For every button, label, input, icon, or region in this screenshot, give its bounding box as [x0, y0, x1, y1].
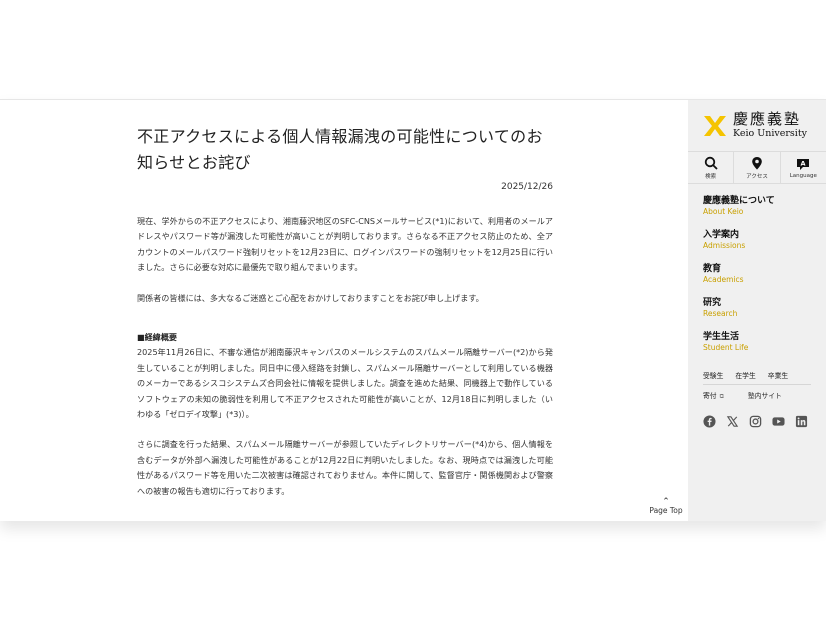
linkedin-icon[interactable]	[795, 415, 808, 428]
youtube-icon[interactable]	[772, 415, 785, 428]
search-button[interactable]: 検索	[688, 152, 735, 183]
link-prospective-students[interactable]: 受験生	[703, 370, 723, 380]
language-icon: A	[797, 158, 810, 170]
browser-viewport: 不正アクセスによる個人情報漏洩の可能性についてのお知らせとお詫び 2025/12…	[0, 99, 826, 521]
link-internal-sites[interactable]: 塾内サイト	[748, 390, 782, 401]
language-button[interactable]: A Language	[781, 152, 826, 183]
nav-item-student-life[interactable]: 学生生活 Student Life	[703, 332, 775, 353]
logo-english: Keio University	[733, 128, 808, 139]
nav-item-admissions[interactable]: 入学案内 Admissions	[703, 230, 775, 251]
page-top-button[interactable]: ⌃ Page Top	[646, 497, 686, 516]
sidebar: 慶應義塾 Keio University 検索 アクセス A Language …	[688, 100, 826, 521]
x-icon[interactable]	[726, 415, 739, 428]
external-link-icon: ⧉	[719, 393, 724, 400]
article-date: 2025/12/26	[501, 182, 553, 192]
article-paragraph-1: 現在、学外からの不正アクセスにより、湘南藤沢地区のSFC-CNSメールサービス(…	[137, 216, 553, 273]
keio-logo[interactable]: 慶應義塾 Keio University	[702, 111, 807, 140]
chevron-up-icon: ⌃	[662, 497, 670, 507]
main-content: 不正アクセスによる個人情報漏洩の可能性についてのお知らせとお詫び 2025/12…	[0, 100, 688, 521]
links-divider	[703, 384, 811, 385]
social-links	[703, 415, 818, 428]
audience-links: 受験生 在学生 卒業生 寄付 ⧉ 塾内サイト	[703, 370, 813, 401]
utility-toolbar: 検索 アクセス A Language	[688, 151, 826, 184]
main-navigation: 慶應義塾について About Keio 入学案内 Admissions 教育 A…	[703, 196, 775, 366]
nav-item-academics[interactable]: 教育 Academics	[703, 264, 775, 285]
pen-logo-icon	[702, 113, 728, 139]
article: 不正アクセスによる個人情報漏洩の可能性についてのお知らせとお詫び 2025/12…	[137, 124, 553, 499]
page-top-label: Page Top	[649, 506, 683, 515]
article-paragraph-3: 2025年11月26日に、不審な通信が湘南藤沢キャンパスのメールシステムのスパム…	[137, 347, 553, 420]
nav-item-research[interactable]: 研究 Research	[703, 298, 775, 319]
link-alumni[interactable]: 卒業生	[768, 370, 788, 380]
nav-item-about[interactable]: 慶應義塾について About Keio	[703, 196, 775, 217]
article-paragraph-2: 関係者の皆様には、多大なるご迷惑とご心配をおかけしておりますことをお詫び申し上げ…	[137, 292, 484, 303]
section-heading: ■経緯概要	[137, 332, 178, 343]
search-icon	[704, 156, 718, 170]
logo-japanese: 慶應義塾	[733, 110, 802, 128]
map-pin-icon	[752, 156, 762, 169]
facebook-icon[interactable]	[703, 415, 716, 428]
access-button[interactable]: アクセス	[734, 152, 781, 183]
link-donation[interactable]: 寄付 ⧉	[703, 390, 736, 401]
link-current-students[interactable]: 在学生	[735, 370, 755, 380]
article-paragraph-4: さらに調査を行った結果、スパムメール隔離サーバーが参照していたディレクトリサーバ…	[137, 439, 553, 496]
svg-text:A: A	[801, 159, 806, 167]
instagram-icon[interactable]	[749, 415, 762, 428]
page-title: 不正アクセスによる個人情報漏洩の可能性についてのお知らせとお詫び	[137, 127, 543, 172]
